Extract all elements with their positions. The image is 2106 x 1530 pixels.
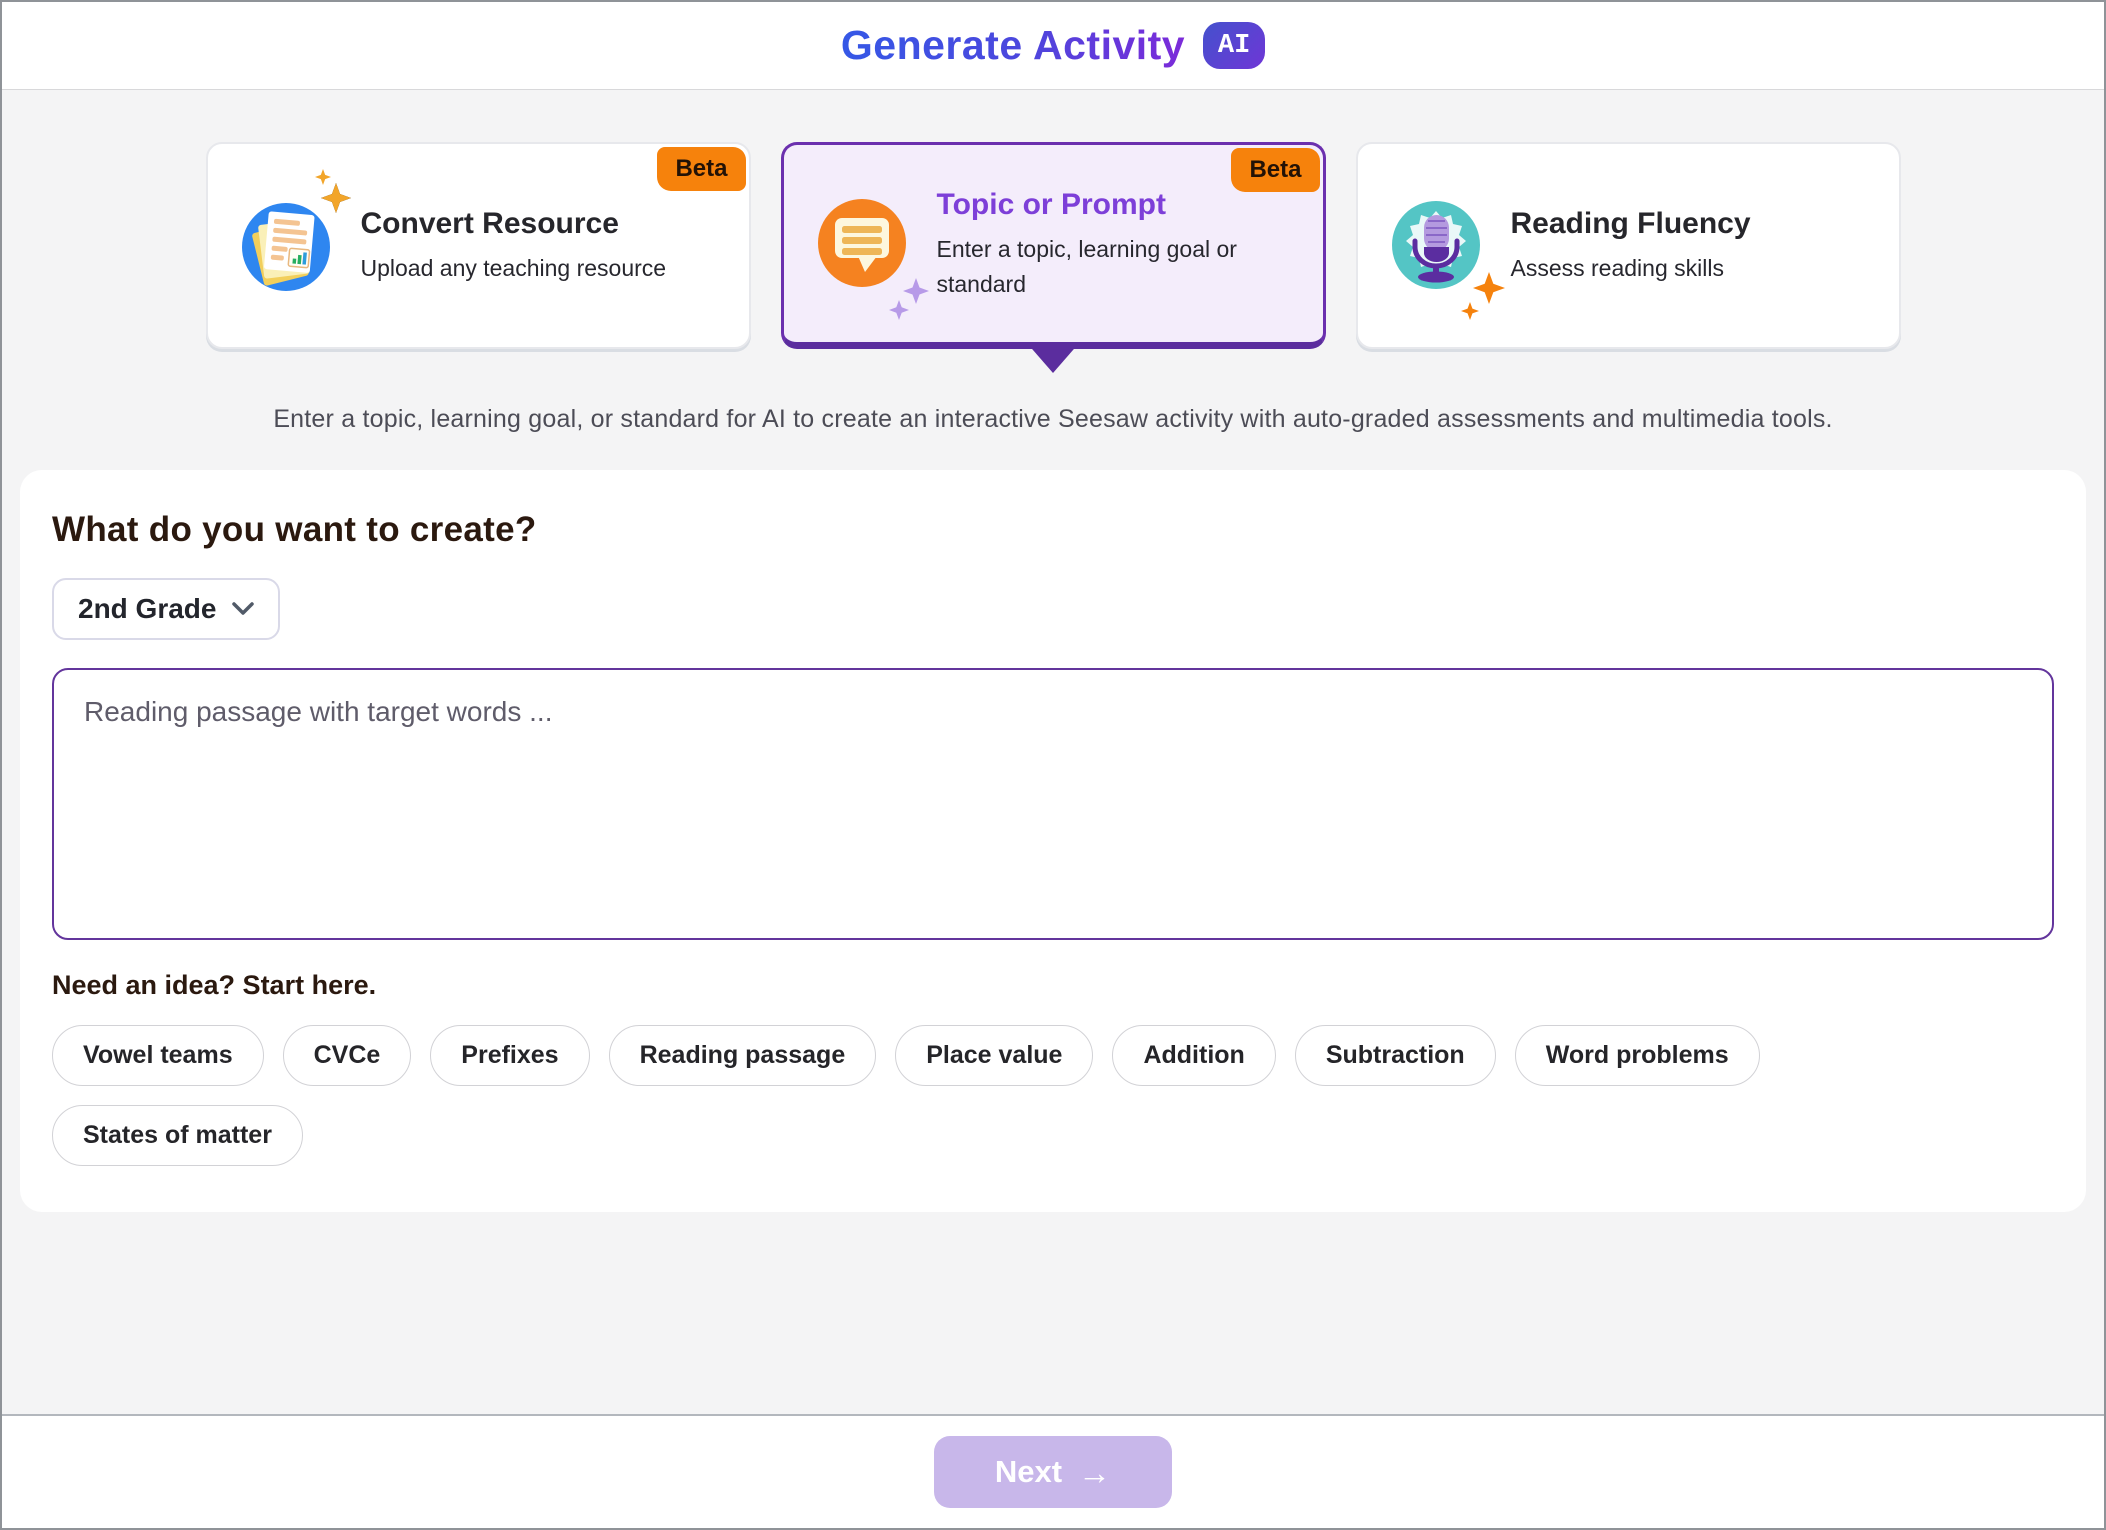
card-title: Convert Resource bbox=[361, 207, 667, 241]
ai-badge: AI bbox=[1203, 22, 1265, 69]
next-button[interactable]: Next → bbox=[934, 1436, 1172, 1508]
idea-chip-addition[interactable]: Addition bbox=[1112, 1025, 1275, 1086]
idea-chip-cvce[interactable]: CVCe bbox=[283, 1025, 412, 1086]
idea-chip-place-value[interactable]: Place value bbox=[895, 1025, 1093, 1086]
stacked-documents-icon bbox=[238, 197, 335, 294]
grade-dropdown[interactable]: 2nd Grade bbox=[52, 578, 280, 640]
sparkle-icon bbox=[315, 169, 331, 185]
idea-chips-row: States of matter bbox=[52, 1105, 2054, 1166]
header-bar: Generate Activity AI bbox=[2, 2, 2104, 90]
mode-cards-row: Beta bbox=[2, 142, 2104, 349]
idea-chip-states-of-matter[interactable]: States of matter bbox=[52, 1105, 303, 1166]
card-description: Assess reading skills bbox=[1511, 251, 1751, 286]
idea-chips-row: Vowel teams CVCe Prefixes Reading passag… bbox=[52, 1025, 2054, 1086]
mode-subtitle: Enter a topic, learning goal, or standar… bbox=[2, 405, 2104, 434]
card-description: Upload any teaching resource bbox=[361, 251, 667, 286]
sparkle-icon bbox=[889, 300, 909, 320]
idea-chip-subtraction[interactable]: Subtraction bbox=[1295, 1025, 1496, 1086]
idea-chip-prefixes[interactable]: Prefixes bbox=[430, 1025, 589, 1086]
page-title: Generate Activity bbox=[841, 22, 1185, 69]
beta-badge: Beta bbox=[1231, 148, 1319, 192]
sparkle-icon bbox=[321, 183, 351, 213]
next-button-label: Next bbox=[995, 1454, 1062, 1490]
ideas-heading: Need an idea? Start here. bbox=[52, 970, 2054, 1001]
beta-badge: Beta bbox=[657, 147, 745, 191]
microphone-icon bbox=[1388, 197, 1485, 294]
card-topic-or-prompt[interactable]: Beta Topic or Prompt bbox=[781, 142, 1326, 349]
card-title: Topic or Prompt bbox=[937, 188, 1293, 222]
card-reading-fluency[interactable]: Reading Fluency Assess reading skills bbox=[1356, 142, 1901, 349]
footer-bar: Next → bbox=[2, 1414, 2104, 1528]
idea-chip-vowel-teams[interactable]: Vowel teams bbox=[52, 1025, 264, 1086]
arrow-right-icon: → bbox=[1078, 1456, 1111, 1489]
sparkle-icon bbox=[1473, 272, 1505, 304]
grade-dropdown-value: 2nd Grade bbox=[78, 593, 216, 625]
prompt-input[interactable] bbox=[52, 668, 2054, 940]
idea-chip-word-problems[interactable]: Word problems bbox=[1515, 1025, 1760, 1086]
sparkle-icon bbox=[1461, 302, 1479, 320]
card-convert-resource[interactable]: Beta bbox=[206, 142, 751, 349]
speech-bubble-icon bbox=[814, 195, 911, 292]
idea-chip-reading-passage[interactable]: Reading passage bbox=[609, 1025, 877, 1086]
card-title: Reading Fluency bbox=[1511, 207, 1751, 241]
main-content: Beta bbox=[2, 90, 2104, 1414]
form-heading: What do you want to create? bbox=[52, 510, 2054, 550]
chevron-down-icon bbox=[232, 602, 254, 616]
card-description: Enter a topic, learning goal or standard bbox=[937, 232, 1293, 301]
create-form-panel: What do you want to create? 2nd Grade Ne… bbox=[20, 470, 2086, 1212]
